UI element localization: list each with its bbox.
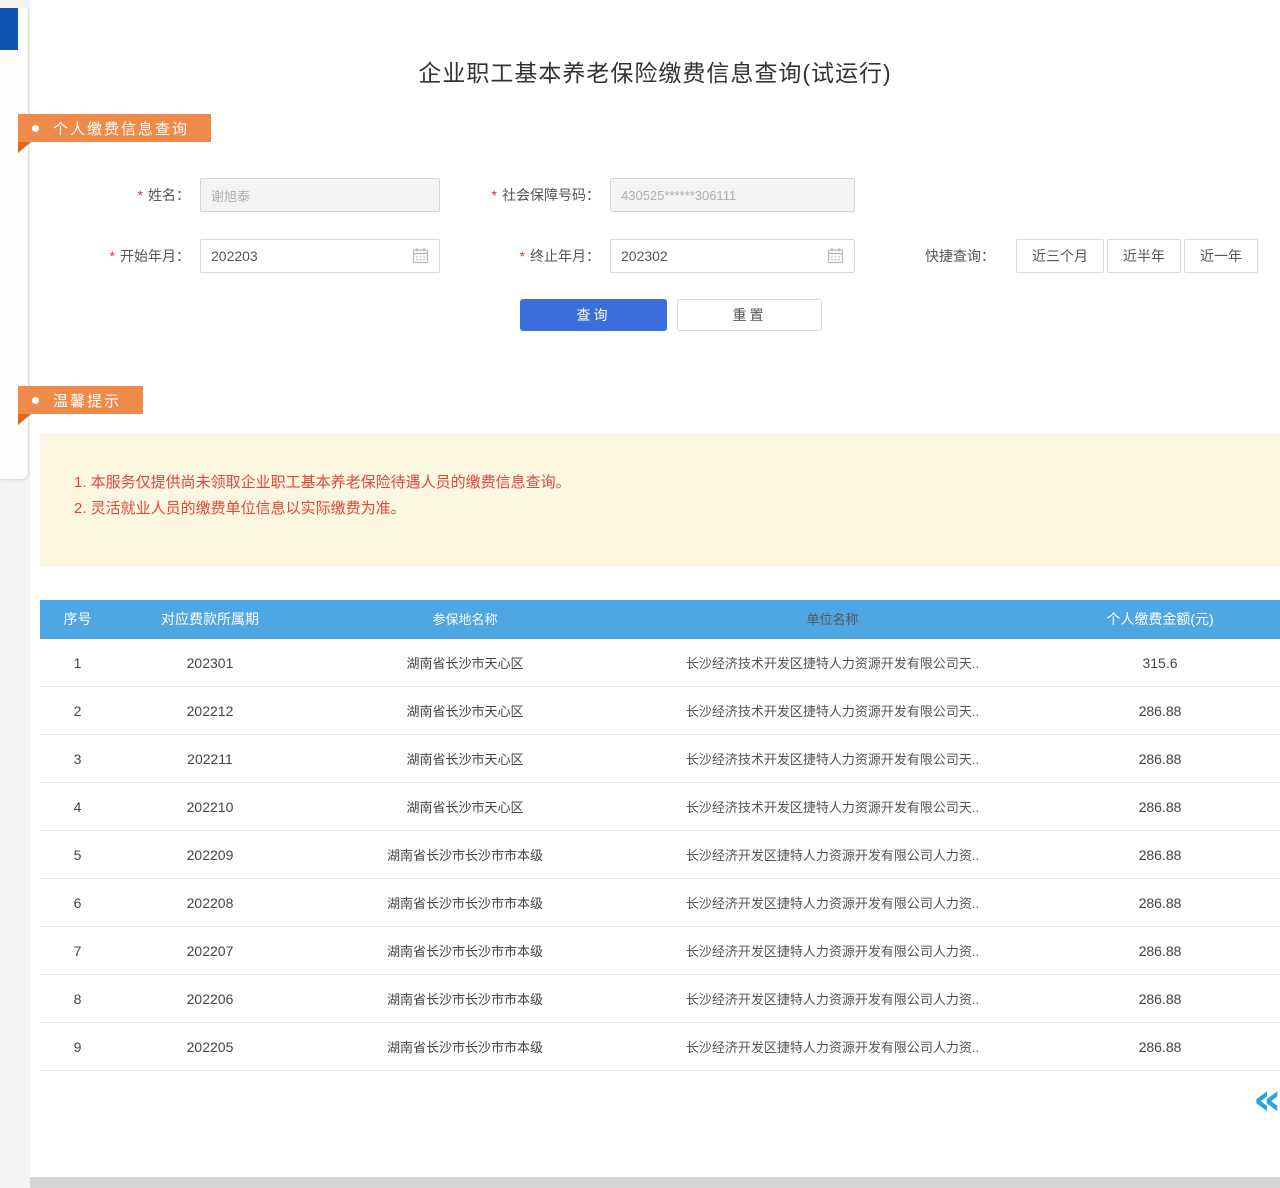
- table-cell: 长沙经济开发区捷特人力资源开发有限公司人力资..: [625, 1037, 1040, 1056]
- table-cell: 湖南省长沙市长沙市市本级: [305, 1037, 625, 1056]
- table-cell: 7: [40, 943, 115, 959]
- table-cell: 286.88: [1040, 703, 1280, 719]
- table-cell: 9: [40, 1039, 115, 1055]
- table-row: 3202211湖南省长沙市天心区长沙经济技术开发区捷特人力资源开发有限公司天..…: [40, 735, 1280, 783]
- table-header-row: 序号对应费款所属期参保地名称单位名称个人缴费金额(元): [40, 600, 1280, 639]
- end-month-label: *终止年月：: [450, 239, 600, 273]
- table-cell: 2: [40, 703, 115, 719]
- end-month-field[interactable]: [610, 239, 855, 273]
- tip-line: 2. 灵活就业人员的缴费单位信息以实际缴费为准。: [74, 496, 1260, 522]
- table-cell: 湖南省长沙市天心区: [305, 653, 625, 672]
- table-row: 2202212湖南省长沙市天心区长沙经济技术开发区捷特人力资源开发有限公司天..…: [40, 687, 1280, 735]
- table-cell: 长沙经济开发区捷特人力资源开发有限公司人力资..: [625, 845, 1040, 864]
- query-button[interactable]: 查询: [520, 299, 667, 331]
- start-month-field[interactable]: [200, 239, 440, 273]
- left-edge-blue-tab: [0, 8, 18, 50]
- table-cell: 286.88: [1040, 847, 1280, 863]
- table-cell: 6: [40, 895, 115, 911]
- table-cell: 202212: [115, 703, 305, 719]
- table-cell: 8: [40, 991, 115, 1007]
- column-header: 个人缴费金额(元): [1040, 600, 1280, 639]
- table-cell: 湖南省长沙市长沙市市本级: [305, 941, 625, 960]
- table-cell: 286.88: [1040, 1039, 1280, 1055]
- table-cell: 长沙经济技术开发区捷特人力资源开发有限公司天..: [625, 701, 1040, 720]
- section-badge-label: 个人缴费信息查询: [53, 118, 189, 139]
- start-month-label: *开始年月：: [75, 239, 190, 273]
- table-cell: 202210: [115, 799, 305, 815]
- quick-query-button[interactable]: 近三个月: [1016, 239, 1104, 273]
- table-row: 5202209湖南省长沙市长沙市市本级长沙经济开发区捷特人力资源开发有限公司人力…: [40, 831, 1280, 879]
- table-cell: 长沙经济开发区捷特人力资源开发有限公司人力资..: [625, 893, 1040, 912]
- table-cell: 湖南省长沙市长沙市市本级: [305, 893, 625, 912]
- required-mark: *: [110, 248, 115, 264]
- column-header: 参保地名称: [305, 600, 625, 639]
- table-row: 7202207湖南省长沙市长沙市市本级长沙经济开发区捷特人力资源开发有限公司人力…: [40, 927, 1280, 975]
- bottom-bar: [30, 1177, 1280, 1188]
- table-cell: 4: [40, 799, 115, 815]
- column-header: 单位名称: [625, 600, 1040, 639]
- table-cell: 286.88: [1040, 991, 1280, 1007]
- required-mark: *: [520, 248, 525, 264]
- section-badge-label: 温馨提示: [53, 390, 121, 411]
- table-cell: 3: [40, 751, 115, 767]
- table-cell: 湖南省长沙市长沙市市本级: [305, 989, 625, 1008]
- table-cell: 长沙经济开发区捷特人力资源开发有限公司人力资..: [625, 989, 1040, 1008]
- quick-query-label: 快捷查询：: [925, 239, 1010, 273]
- tips-lines: 1. 本服务仅提供尚未领取企业职工基本养老保险待遇人员的缴费信息查询。2. 灵活…: [74, 470, 1260, 522]
- table-cell: 202207: [115, 943, 305, 959]
- bullet-dot-icon: [32, 125, 39, 132]
- page-title: 企业职工基本养老保险缴费信息查询(试运行): [30, 54, 1280, 88]
- social-security-number-field: [610, 178, 855, 212]
- calendar-icon[interactable]: [827, 247, 844, 264]
- quick-query-buttons: 近三个月近半年近一年: [1016, 239, 1258, 273]
- reset-button[interactable]: 重置: [677, 299, 822, 331]
- table-cell: 湖南省长沙市长沙市市本级: [305, 845, 625, 864]
- quick-query-button[interactable]: 近半年: [1107, 239, 1181, 273]
- collapse-double-chevron-icon[interactable]: «: [1253, 1078, 1280, 1122]
- table-cell: 长沙经济技术开发区捷特人力资源开发有限公司天..: [625, 749, 1040, 768]
- table-row: 8202206湖南省长沙市长沙市市本级长沙经济开发区捷特人力资源开发有限公司人力…: [40, 975, 1280, 1023]
- quick-query-button[interactable]: 近一年: [1184, 239, 1258, 273]
- tips-panel: 1. 本服务仅提供尚未领取企业职工基本养老保险待遇人员的缴费信息查询。2. 灵活…: [40, 434, 1280, 566]
- ssn-label: *社会保障号码：: [450, 178, 600, 212]
- table-cell: 286.88: [1040, 799, 1280, 815]
- required-mark: *: [492, 187, 497, 203]
- table-cell: 202301: [115, 655, 305, 671]
- required-mark: *: [138, 187, 143, 203]
- table-cell: 286.88: [1040, 895, 1280, 911]
- table-cell: 长沙经济技术开发区捷特人力资源开发有限公司天..: [625, 653, 1040, 672]
- page: 企业职工基本养老保险缴费信息查询(试运行) 个人缴费信息查询 *姓名： *社会保…: [0, 0, 1280, 1188]
- tip-line: 1. 本服务仅提供尚未领取企业职工基本养老保险待遇人员的缴费信息查询。: [74, 470, 1260, 496]
- table-cell: 湖南省长沙市天心区: [305, 749, 625, 768]
- column-header: 序号: [40, 600, 115, 639]
- table-cell: 286.88: [1040, 751, 1280, 767]
- table-cell: 202206: [115, 991, 305, 1007]
- table-cell: 1: [40, 655, 115, 671]
- section-badge-tips: 温馨提示: [18, 386, 143, 414]
- table-row: 4202210湖南省长沙市天心区长沙经济技术开发区捷特人力资源开发有限公司天..…: [40, 783, 1280, 831]
- calendar-icon[interactable]: [412, 247, 429, 264]
- bullet-dot-icon: [32, 397, 39, 404]
- section-badge-personal-query: 个人缴费信息查询: [18, 114, 211, 142]
- name-field: [200, 178, 440, 212]
- column-header: 对应费款所属期: [115, 600, 305, 639]
- table-cell: 长沙经济技术开发区捷特人力资源开发有限公司天..: [625, 797, 1040, 816]
- table-cell: 长沙经济开发区捷特人力资源开发有限公司人力资..: [625, 941, 1040, 960]
- table-row: 1202301湖南省长沙市天心区长沙经济技术开发区捷特人力资源开发有限公司天..…: [40, 639, 1280, 687]
- name-label: *姓名：: [85, 178, 190, 212]
- table-cell: 5: [40, 847, 115, 863]
- table-cell: 湖南省长沙市天心区: [305, 797, 625, 816]
- table-cell: 202209: [115, 847, 305, 863]
- table-cell: 湖南省长沙市天心区: [305, 701, 625, 720]
- table-cell: 202211: [115, 751, 305, 767]
- table-cell: 286.88: [1040, 943, 1280, 959]
- table-cell: 315.6: [1040, 655, 1280, 671]
- table-body: 1202301湖南省长沙市天心区长沙经济技术开发区捷特人力资源开发有限公司天..…: [40, 639, 1280, 1071]
- table-row: 6202208湖南省长沙市长沙市市本级长沙经济开发区捷特人力资源开发有限公司人力…: [40, 879, 1280, 927]
- table-cell: 202205: [115, 1039, 305, 1055]
- table-row: 9202205湖南省长沙市长沙市市本级长沙经济开发区捷特人力资源开发有限公司人力…: [40, 1023, 1280, 1071]
- table-cell: 202208: [115, 895, 305, 911]
